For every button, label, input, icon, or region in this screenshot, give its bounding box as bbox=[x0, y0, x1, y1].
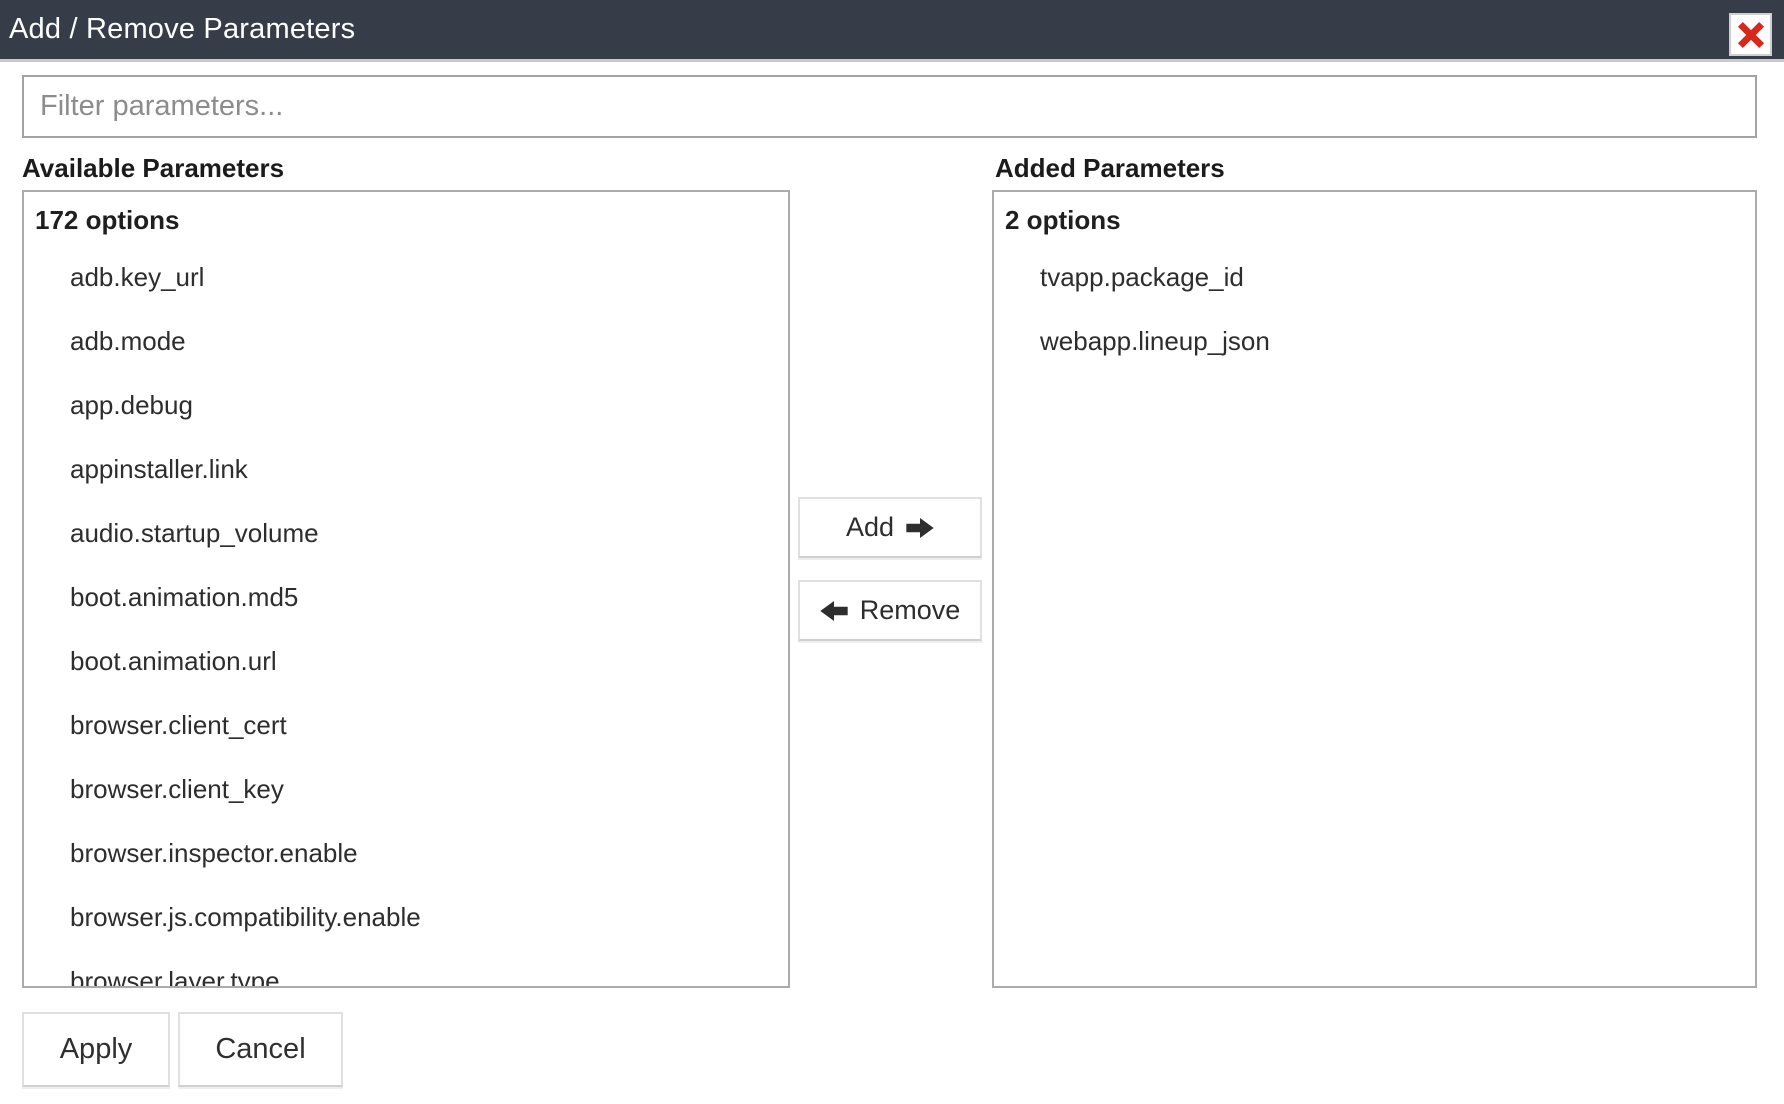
added-options-list: tvapp.package_idwebapp.lineup_json bbox=[994, 245, 1755, 373]
added-parameter-option[interactable]: tvapp.package_id bbox=[994, 245, 1755, 309]
add-remove-parameters-dialog: Add / Remove Parameters Available Parame… bbox=[0, 0, 1784, 1104]
available-parameter-option[interactable]: browser.client_cert bbox=[24, 693, 788, 757]
added-parameter-option[interactable]: webapp.lineup_json bbox=[994, 309, 1755, 373]
apply-button[interactable]: Apply bbox=[22, 1012, 170, 1087]
available-parameter-option[interactable]: browser.inspector.enable bbox=[24, 821, 788, 885]
added-parameters-label: Added Parameters bbox=[995, 153, 1225, 184]
available-parameter-option[interactable]: audio.startup_volume bbox=[24, 501, 788, 565]
available-parameter-option[interactable]: adb.key_url bbox=[24, 245, 788, 309]
available-parameter-option[interactable]: app.debug bbox=[24, 373, 788, 437]
available-options-list: adb.key_urladb.modeapp.debugappinstaller… bbox=[24, 245, 788, 988]
available-parameter-option[interactable]: browser.js.compatibility.enable bbox=[24, 885, 788, 949]
arrow-left-icon bbox=[820, 601, 848, 621]
available-parameters-label: Available Parameters bbox=[22, 153, 284, 184]
close-button[interactable] bbox=[1729, 13, 1772, 56]
available-parameter-option[interactable]: adb.mode bbox=[24, 309, 788, 373]
remove-button[interactable]: Remove bbox=[798, 580, 982, 641]
added-group-label: 2 options bbox=[994, 192, 1755, 245]
available-parameter-option[interactable]: browser.client_key bbox=[24, 757, 788, 821]
available-parameter-option[interactable]: browser.layer.type bbox=[24, 949, 788, 988]
available-parameter-option[interactable]: appinstaller.link bbox=[24, 437, 788, 501]
available-parameters-listbox[interactable]: 172 options adb.key_urladb.modeapp.debug… bbox=[22, 190, 790, 988]
added-parameters-listbox[interactable]: 2 options tvapp.package_idwebapp.lineup_… bbox=[992, 190, 1757, 988]
add-button[interactable]: Add bbox=[798, 497, 982, 558]
arrow-right-icon bbox=[906, 518, 934, 538]
available-group-label: 172 options bbox=[24, 192, 788, 245]
available-parameter-option[interactable]: boot.animation.md5 bbox=[24, 565, 788, 629]
dialog-title: Add / Remove Parameters bbox=[0, 13, 355, 46]
available-parameter-option[interactable]: boot.animation.url bbox=[24, 629, 788, 693]
add-button-label: Add bbox=[846, 512, 894, 543]
close-x-icon bbox=[1736, 20, 1766, 50]
dialog-header: Add / Remove Parameters bbox=[0, 0, 1784, 62]
filter-parameters-input[interactable] bbox=[22, 75, 1757, 138]
remove-button-label: Remove bbox=[860, 595, 961, 626]
cancel-button[interactable]: Cancel bbox=[178, 1012, 343, 1087]
